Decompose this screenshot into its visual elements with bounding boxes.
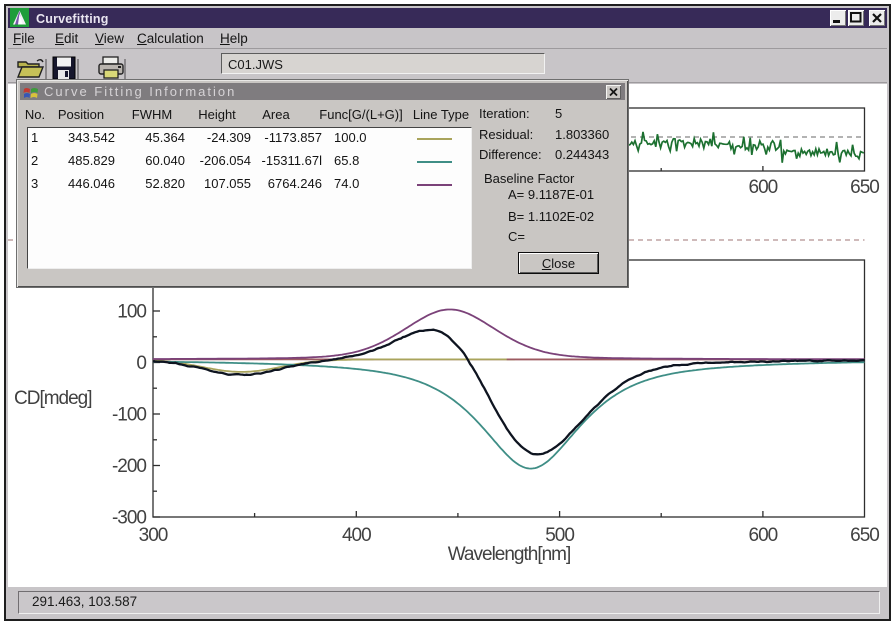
svg-text:650: 650 [850, 177, 879, 198]
svg-text:600: 600 [749, 177, 778, 198]
svg-text:650: 650 [850, 525, 879, 546]
svg-text:300: 300 [139, 525, 168, 546]
svg-text:-100: -100 [112, 405, 146, 426]
svg-text:-200: -200 [112, 456, 146, 477]
svg-text:600: 600 [749, 525, 778, 546]
svg-text:400: 400 [342, 525, 371, 546]
svg-text:100: 100 [117, 302, 146, 323]
svg-text:0: 0 [136, 353, 146, 374]
svg-text:500: 500 [545, 525, 574, 546]
svg-text:Wavelength[nm]: Wavelength[nm] [448, 544, 571, 565]
svg-text:CD[mdeg]: CD[mdeg] [14, 388, 92, 409]
